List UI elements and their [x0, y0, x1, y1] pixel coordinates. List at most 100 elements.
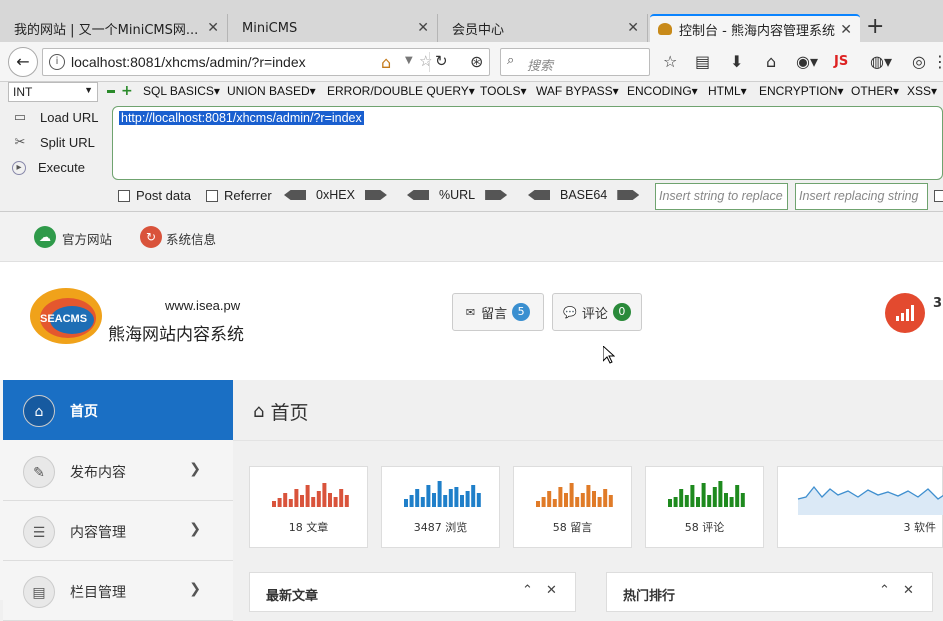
replace-string-input[interactable]: Insert string to replace	[655, 183, 788, 210]
home-icon[interactable]: ⌂	[381, 53, 391, 72]
menu-tools[interactable]: TOOLS▾	[480, 84, 526, 98]
spark-bar	[724, 493, 728, 507]
sidebar-item-home[interactable]: ⌂ 首页	[3, 380, 233, 440]
spark-bar	[322, 483, 327, 507]
post-data-checkbox[interactable]: Post data	[118, 188, 191, 203]
menu-waf-bypass[interactable]: WAF BYPASS▾	[536, 84, 619, 98]
load-url-button[interactable]: ▭ Load URL	[12, 109, 99, 125]
stat-card-comments[interactable]: 58 评论	[645, 466, 764, 548]
encode-arrow-icon[interactable]	[617, 190, 640, 200]
menu-encoding[interactable]: ENCODING▾	[627, 84, 698, 98]
url-bar[interactable]: i localhost:8081/xhcms/admin/?r=index ⌂ …	[42, 48, 490, 76]
menu-icon[interactable]: ⋮	[932, 52, 943, 71]
menu-error-double-query[interactable]: ERROR/DOUBLE QUERY▾	[327, 84, 475, 98]
sidebar-item-content[interactable]: ☰ 内容管理 ❯	[3, 501, 233, 561]
spark-bar	[564, 493, 568, 507]
reading-list-icon[interactable]: ▤	[695, 52, 710, 71]
close-icon[interactable]: ✕	[840, 22, 852, 38]
spark-bar	[415, 489, 420, 507]
main-content: ⌂ 首页 18 文章 3487 浏览 58 留言 58 评论 3 软件 最新文章…	[233, 380, 943, 612]
hot-ranking-panel: 热门排行 ⌃ ✕	[606, 572, 933, 612]
menu-union-based[interactable]: UNION BASED▾	[227, 84, 316, 98]
split-url-button[interactable]: ✂ Split URL	[12, 134, 95, 150]
decode-arrow-icon[interactable]	[528, 190, 550, 200]
collapse-icon[interactable]: ⌃	[879, 583, 890, 598]
base64-encode-control[interactable]: BASE64	[528, 188, 640, 202]
stat-card-views[interactable]: 3487 浏览	[381, 466, 500, 548]
search-box[interactable]: ⌕ 搜索	[500, 48, 650, 76]
replacing-string-input[interactable]: Insert replacing string	[795, 183, 928, 210]
spark-bar	[668, 499, 672, 507]
spark-bar	[580, 493, 585, 507]
tab-2[interactable]: MiniCMS ✕	[228, 14, 438, 42]
stat-card-articles[interactable]: 18 文章	[249, 466, 368, 548]
menu-sql-basics[interactable]: SQL BASICS▾	[143, 84, 220, 98]
official-site-link[interactable]: 官方网站	[62, 229, 112, 248]
bookmark-star-icon[interactable]: ☆	[419, 52, 432, 70]
referrer-checkbox[interactable]: Referrer	[206, 188, 272, 203]
tab-4-active[interactable]: 控制台 - 熊海内容管理系统 ✕	[650, 14, 860, 42]
url-textarea[interactable]: http://localhost:8081/xhcms/admin/?r=ind…	[112, 106, 943, 180]
encode-arrow-icon[interactable]	[485, 190, 508, 200]
url-encode-control[interactable]: %URL	[407, 188, 508, 202]
encoding-select[interactable]: INT ▼	[8, 82, 98, 102]
close-icon[interactable]: ✕	[903, 583, 914, 598]
globe-icon[interactable]: ◉▾	[796, 52, 818, 71]
plus-icon[interactable]: +	[121, 83, 133, 99]
execute-button[interactable]: ▸ Execute	[12, 160, 85, 175]
tab-3[interactable]: 会员中心 ✕	[438, 14, 648, 42]
comments-button[interactable]: 💬 评论 0	[552, 293, 642, 331]
replace-checkbox[interactable]	[934, 190, 943, 202]
sidebar-item-publish[interactable]: ✎ 发布内容 ❯	[3, 441, 233, 501]
spark-bar	[409, 495, 414, 507]
spark-bar	[454, 487, 459, 507]
back-button[interactable]: ←	[8, 47, 38, 77]
hex-encode-control[interactable]: 0xHEX	[284, 188, 387, 202]
dropdown-icon[interactable]: ▼	[405, 55, 413, 66]
new-tab-button[interactable]: +	[866, 14, 884, 39]
js-switch-button[interactable]: JS	[834, 54, 848, 69]
search-input[interactable]: 搜索	[527, 55, 553, 74]
stat-card-software[interactable]: 3 软件	[777, 466, 943, 548]
encode-arrow-icon[interactable]	[364, 190, 387, 200]
seacms-logo[interactable]: SEACMS	[28, 286, 106, 346]
envelope-icon: ✉	[465, 305, 476, 319]
menu-other[interactable]: OTHER▾	[851, 84, 899, 98]
decode-arrow-icon[interactable]	[284, 190, 306, 200]
stat-card-messages[interactable]: 58 留言	[513, 466, 632, 548]
minus-icon[interactable]	[107, 90, 115, 93]
scissors-icon: ✂	[14, 134, 26, 149]
bookmark-star-icon[interactable]: ☆	[663, 52, 677, 71]
close-icon[interactable]: ✕	[207, 20, 219, 36]
close-icon[interactable]: ✕	[417, 20, 429, 36]
chrome-icon[interactable]: ◍▾	[870, 52, 892, 71]
tab-label: 会员中心	[452, 22, 505, 38]
info-icon: i	[49, 54, 65, 70]
spark-bar	[597, 497, 602, 507]
menu-html[interactable]: HTML▾	[708, 84, 747, 98]
menu-encryption[interactable]: ENCRYPTION▾	[759, 84, 843, 98]
stat-card-label: 58 留言	[552, 521, 593, 534]
download-icon[interactable]: ⬇	[730, 52, 743, 71]
spark-bar	[735, 485, 740, 507]
sidebar-item-label: 栏目管理	[70, 585, 126, 601]
spark-bar	[608, 495, 613, 507]
decode-arrow-icon[interactable]	[407, 190, 429, 200]
close-icon[interactable]: ✕	[627, 20, 639, 36]
extension-icon[interactable]: ⊛	[470, 52, 483, 71]
close-icon[interactable]: ✕	[546, 583, 557, 598]
extension-icon[interactable]: ◎	[912, 52, 926, 71]
reload-icon[interactable]: ↻	[435, 52, 448, 70]
spark-bar	[339, 489, 344, 507]
home-icon[interactable]: ⌂	[766, 52, 776, 71]
sidebar-item-columns[interactable]: ▤ 栏目管理 ❯	[3, 561, 233, 621]
tab-1[interactable]: 我的网站 | 又一个MiniCMS网... ✕	[0, 14, 228, 42]
spark-bar	[684, 495, 689, 507]
reload-icon[interactable]	[429, 52, 430, 72]
system-info-link[interactable]: 系统信息	[166, 229, 216, 248]
menu-xss[interactable]: XSS▾	[907, 84, 937, 98]
collapse-icon[interactable]: ⌃	[522, 583, 533, 598]
messages-button[interactable]: ✉ 留言 5	[452, 293, 544, 331]
sparkline-chart	[797, 485, 943, 515]
spark-bar	[420, 497, 425, 507]
